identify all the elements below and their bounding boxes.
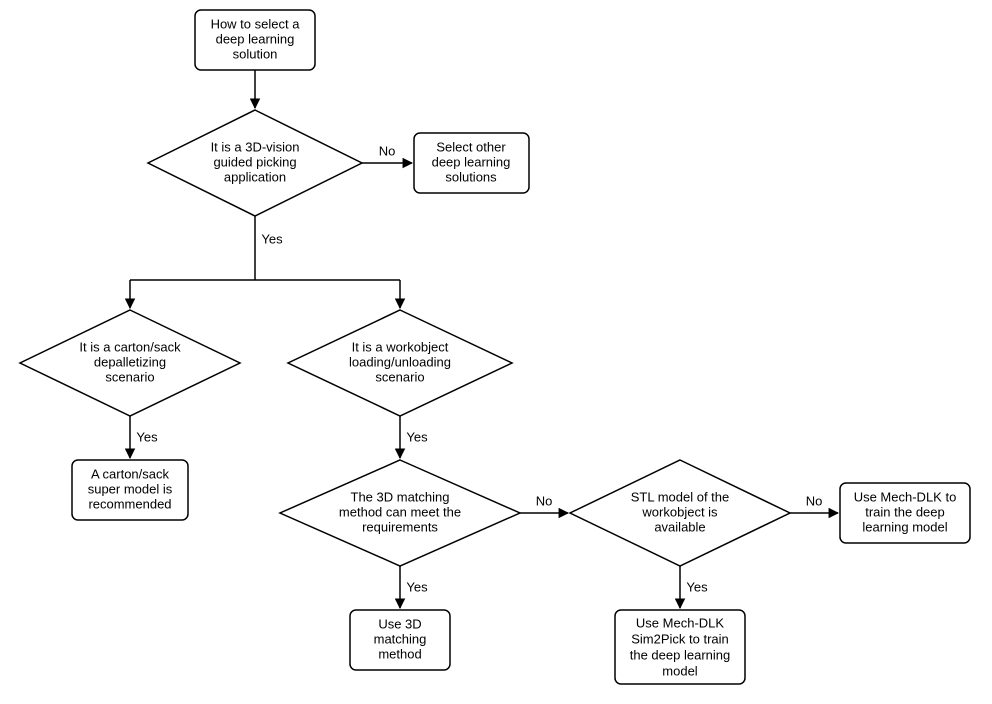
node-d1-line1: It is a 3D-vision: [211, 139, 300, 154]
node-d2-line2: depalletizing: [94, 354, 166, 369]
node-other-line2: deep learning: [432, 154, 511, 169]
label-d5-yes: Yes: [686, 579, 708, 594]
label-d1-yes: Yes: [261, 231, 283, 246]
node-mechdlk-line2: train the deep: [865, 504, 945, 519]
node-d5-line2: workobject is: [641, 504, 718, 519]
label-d5-no: No: [806, 493, 823, 508]
node-start-line1: How to select a: [211, 16, 301, 31]
node-other-line3: solutions: [445, 169, 497, 184]
node-match3d-line1: Use 3D: [378, 616, 421, 631]
node-carton-line1: A carton/sack: [91, 466, 170, 481]
node-other-line1: Select other: [436, 139, 506, 154]
node-sim2pick-line2: Sim2Pick to train: [631, 631, 729, 646]
node-d4-line3: requirements: [362, 519, 438, 534]
node-d1-line2: guided picking: [213, 154, 296, 169]
node-d4-line2: method can meet the: [339, 504, 461, 519]
node-match3d-line3: method: [378, 646, 421, 661]
node-d1-line3: application: [224, 169, 286, 184]
label-d4-yes: Yes: [406, 579, 428, 594]
node-start-line3: solution: [233, 46, 278, 61]
node-match3d-line2: matching: [374, 631, 427, 646]
node-sim2pick-line1: Use Mech-DLK: [636, 615, 724, 630]
label-d4-no: No: [536, 493, 553, 508]
flowchart-canvas: How to select a deep learning solution I…: [0, 0, 992, 704]
node-d5-line3: available: [654, 519, 705, 534]
label-d2-yes: Yes: [136, 429, 158, 444]
node-d3-line2: loading/unloading: [349, 354, 451, 369]
node-d5-line1: STL model of the: [631, 489, 730, 504]
node-start-line2: deep learning: [216, 31, 295, 46]
node-sim2pick-line3: the deep learning: [630, 647, 730, 662]
node-d3-line1: It is a workobject: [352, 339, 449, 354]
node-d2-line1: It is a carton/sack: [79, 339, 181, 354]
node-d4-line1: The 3D matching: [351, 489, 450, 504]
node-d3-line3: scenario: [375, 369, 424, 384]
node-sim2pick-line4: model: [662, 663, 698, 678]
node-mechdlk-line1: Use Mech-DLK to: [854, 489, 957, 504]
node-carton-line2: super model is: [88, 481, 173, 496]
label-d1-no: No: [379, 143, 396, 158]
label-d3-yes: Yes: [406, 429, 428, 444]
node-d2-line3: scenario: [105, 369, 154, 384]
node-mechdlk-line3: learning model: [862, 519, 947, 534]
node-carton-line3: recommended: [88, 496, 171, 511]
